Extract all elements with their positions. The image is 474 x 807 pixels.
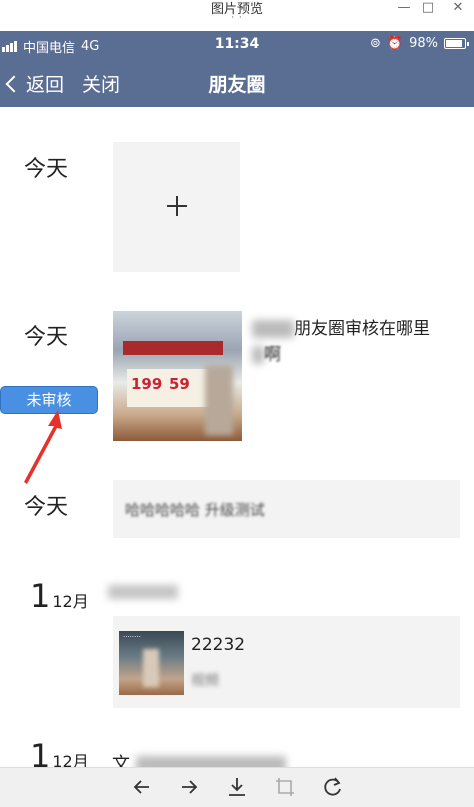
viewer-toolbar [0, 767, 474, 807]
rotate-icon[interactable] [320, 774, 346, 800]
moments-timeline[interactable]: 今天 今天 199 59 朋友圈审核在哪里 啊 今天 哈哈哈哈哈 升级测试 11… [0, 107, 474, 767]
text-post[interactable]: 哈哈哈哈哈 升级测试 [113, 480, 460, 538]
post-image[interactable]: 199 59 [113, 311, 242, 441]
crop-icon[interactable] [272, 774, 298, 800]
date-label: 1 12月 [30, 577, 89, 615]
nav-bar: 返回 关闭 朋友圈 [0, 59, 474, 107]
post-text[interactable]: 朋友圈审核在哪里 啊 [252, 316, 462, 368]
post-text-line2: 啊 [264, 345, 281, 365]
phone-header: 中国电信 4G 11:34 ⊚ ⏰ 98% 返回 关闭 朋友圈 [0, 31, 474, 107]
redacted-name [108, 585, 178, 599]
date-label-today: 今天 [24, 495, 69, 520]
battery-icon [444, 38, 469, 49]
date-label-today: 今天 [24, 157, 69, 182]
date-month: 12月 [52, 752, 89, 767]
close-window-icon[interactable]: ✕ [446, 0, 470, 15]
date-label-today: 今天 [24, 325, 69, 350]
maximize-icon[interactable]: □ [416, 0, 440, 15]
close-button[interactable]: 关闭 [82, 70, 120, 97]
post-text: 哈哈哈哈哈 升级测试 [125, 501, 265, 519]
link-post[interactable]: ········ 22232 视频 [113, 616, 460, 708]
chevron-left-icon [5, 75, 23, 92]
alarm-icon: ⏰ [386, 36, 404, 51]
date-label: 1 12月 [30, 737, 89, 767]
page-title: 朋友圈 [208, 74, 266, 96]
arrow-left-icon[interactable] [129, 774, 155, 800]
post-text-line1: 朋友圈审核在哪里 [294, 319, 430, 339]
arrow-right-icon[interactable] [176, 774, 202, 800]
back-label: 返回 [26, 74, 65, 96]
date-day: 1 [30, 737, 51, 767]
post-subtitle: 视频 [191, 673, 219, 689]
date-month: 12月 [52, 592, 89, 611]
redacted-text [136, 756, 286, 767]
status-bar: 中国电信 4G 11:34 ⊚ ⏰ 98% [0, 31, 474, 59]
red-arrow-icon [24, 410, 62, 484]
post-title: 22232 [191, 635, 246, 655]
battery-percent: 98% [409, 36, 438, 51]
post-text[interactable]: 文 [112, 750, 286, 767]
download-icon[interactable] [224, 774, 250, 800]
minimize-icon[interactable]: — [392, 0, 416, 15]
date-day: 1 [30, 577, 51, 615]
back-button[interactable]: 返回 [2, 70, 64, 97]
redacted-text [252, 320, 294, 338]
lock-rotation-icon: ⊚ [370, 36, 381, 51]
add-post-button[interactable] [113, 142, 240, 272]
post-thumbnail: ········ [119, 631, 184, 695]
viewer-title-bar: 图片预览 · · — □ ✕ [0, 0, 474, 31]
